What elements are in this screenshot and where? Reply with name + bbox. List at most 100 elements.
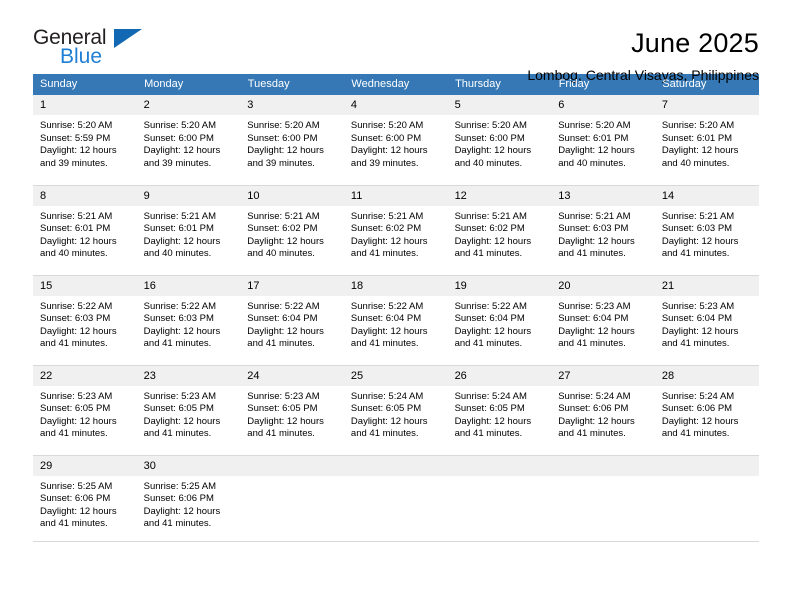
day-cell[interactable]: 10 Sunrise: 5:21 AM Sunset: 6:02 PM Dayligh… [240, 185, 344, 276]
day-cell[interactable]: 28 Sunrise: 5:24 AM Sunset: 6:06 PM Dayligh… [654, 365, 759, 456]
day-number: 30 [136, 455, 241, 476]
daylight-text-line2: and 41 minutes. [40, 428, 108, 440]
day-number: 8 [33, 185, 137, 206]
day-details: Sunrise: 5:21 AM Sunset: 6:02 PM Daylight:… [344, 206, 448, 270]
day-cell[interactable]: 27 Sunrise: 5:24 AM Sunset: 6:06 PM Dayligh… [551, 365, 655, 456]
sunrise-text: Sunrise: 5:22 AM [247, 300, 320, 312]
day-cell[interactable]: 23 Sunrise: 5:23 AM Sunset: 6:05 PM Dayligh… [136, 365, 241, 456]
daylight-text-line2: and 39 minutes. [143, 157, 212, 169]
day-number: 24 [240, 365, 344, 386]
day-cell-empty [654, 455, 759, 542]
day-cell[interactable]: 20 Sunrise: 5:23 AM Sunset: 6:04 PM Dayligh… [551, 275, 655, 366]
day-cell[interactable]: 2 Sunrise: 5:20 AM Sunset: 6:00 PM Daylight… [136, 95, 241, 186]
day-details: Sunrise: 5:22 AM Sunset: 6:04 PM Daylight:… [240, 296, 344, 360]
daylight-text-line1: Daylight: 12 hours [143, 325, 221, 337]
page-title: June 2025 [631, 28, 759, 58]
day-details: Sunrise: 5:21 AM Sunset: 6:02 PM Daylight:… [448, 206, 552, 270]
daylight-text-line1: Daylight: 12 hours [247, 415, 324, 427]
day-cell[interactable]: 24 Sunrise: 5:23 AM Sunset: 6:05 PM Dayligh… [240, 365, 344, 456]
sunset-text: Sunset: 6:02 PM [350, 223, 422, 235]
day-cell[interactable]: 26 Sunrise: 5:24 AM Sunset: 6:05 PM Dayligh… [447, 365, 552, 456]
day-details: Sunrise: 5:20 AM Sunset: 6:00 PM Daylight:… [344, 115, 448, 179]
calendar-week-row: 22 Sunrise: 5:23 AM Sunset: 6:05 PM Dayligh… [33, 365, 759, 456]
day-details [551, 476, 655, 490]
sunrise-text: Sunrise: 5:21 AM [661, 210, 735, 222]
day-cell[interactable]: 18 Sunrise: 5:22 AM Sunset: 6:04 PM Dayligh… [343, 275, 448, 366]
day-details: Sunrise: 5:21 AM Sunset: 6:01 PM Daylight:… [33, 206, 137, 270]
sunset-text: Sunset: 6:05 PM [247, 403, 318, 415]
day-details: Sunrise: 5:21 AM Sunset: 6:03 PM Daylight:… [655, 206, 759, 270]
day-details: Sunrise: 5:23 AM Sunset: 6:04 PM Daylight:… [551, 296, 655, 360]
sunrise-text: Sunrise: 5:24 AM [350, 390, 424, 402]
day-cell[interactable]: 16 Sunrise: 5:22 AM Sunset: 6:03 PM Dayligh… [136, 275, 241, 366]
day-cell[interactable]: 1 Sunrise: 5:20 AM Sunset: 5:59 PM Daylight… [33, 95, 137, 186]
day-cell[interactable]: 29 Sunrise: 5:25 AM Sunset: 6:06 PM Dayligh… [33, 455, 137, 542]
sunrise-text: Sunrise: 5:21 AM [40, 210, 113, 222]
daylight-text-line2: and 40 minutes. [558, 157, 626, 169]
day-cell[interactable]: 3 Sunrise: 5:20 AM Sunset: 6:00 PM Daylight… [240, 95, 344, 186]
day-cell[interactable]: 17 Sunrise: 5:22 AM Sunset: 6:04 PM Dayligh… [240, 275, 344, 366]
title-block: June 2025 Lombog, Central Visayas, Phili… [527, 26, 759, 83]
sunset-text: Sunset: 6:05 PM [143, 403, 214, 415]
daylight-text-line1: Daylight: 12 hours [350, 325, 428, 337]
day-cell[interactable]: 22 Sunrise: 5:23 AM Sunset: 6:05 PM Dayligh… [33, 365, 137, 456]
day-cell[interactable]: 15 Sunrise: 5:22 AM Sunset: 6:03 PM Dayligh… [33, 275, 137, 366]
daylight-text-line2: and 41 minutes. [558, 338, 626, 350]
day-number: 16 [136, 275, 241, 296]
day-cell[interactable]: 6 Sunrise: 5:20 AM Sunset: 6:01 PM Daylight… [551, 95, 655, 186]
weekday-header-tuesday: Tuesday [240, 74, 345, 95]
day-cell[interactable]: 21 Sunrise: 5:23 AM Sunset: 6:04 PM Dayligh… [654, 275, 759, 366]
day-number: 5 [447, 95, 552, 115]
daylight-text-line1: Daylight: 12 hours [143, 505, 221, 517]
day-number: 21 [654, 275, 759, 296]
daylight-text-line1: Daylight: 12 hours [143, 145, 221, 157]
day-number: 26 [447, 365, 552, 386]
daylight-text-line2: and 41 minutes. [247, 428, 315, 440]
sunrise-text: Sunrise: 5:23 AM [40, 390, 113, 402]
sunset-text: Sunset: 6:00 PM [143, 132, 214, 144]
daylight-text-line2: and 41 minutes. [40, 338, 108, 350]
daylight-text-line2: and 41 minutes. [143, 338, 212, 350]
day-cell[interactable]: 25 Sunrise: 5:24 AM Sunset: 6:05 PM Dayligh… [343, 365, 448, 456]
day-details: Sunrise: 5:24 AM Sunset: 6:06 PM Daylight:… [551, 386, 655, 450]
day-number: 28 [654, 365, 759, 386]
daylight-text-line1: Daylight: 12 hours [40, 505, 117, 517]
sunrise-text: Sunrise: 5:21 AM [454, 210, 527, 222]
day-cell[interactable]: 30 Sunrise: 5:25 AM Sunset: 6:06 PM Dayligh… [136, 455, 241, 542]
sunrise-text: Sunrise: 5:21 AM [143, 210, 216, 222]
day-cell[interactable]: 11 Sunrise: 5:21 AM Sunset: 6:02 PM Dayligh… [343, 185, 448, 276]
daylight-text-line2: and 41 minutes. [350, 338, 419, 350]
day-cell[interactable]: 14 Sunrise: 5:21 AM Sunset: 6:03 PM Dayligh… [654, 185, 759, 276]
day-cell[interactable]: 12 Sunrise: 5:21 AM Sunset: 6:02 PM Dayligh… [447, 185, 552, 276]
daylight-text-line2: and 41 minutes. [247, 338, 315, 350]
day-number [240, 455, 344, 476]
calendar-table: Sunday Monday Tuesday Wednesday Thursday… [33, 74, 759, 542]
sunset-text: Sunset: 6:03 PM [558, 223, 629, 235]
sunset-text: Sunset: 6:05 PM [350, 403, 422, 415]
day-details: Sunrise: 5:20 AM Sunset: 6:00 PM Daylight:… [137, 115, 241, 179]
day-cell[interactable]: 7 Sunrise: 5:20 AM Sunset: 6:01 PM Daylight… [654, 95, 759, 186]
day-cell[interactable]: 4 Sunrise: 5:20 AM Sunset: 6:00 PM Daylight… [343, 95, 448, 186]
day-cell[interactable]: 19 Sunrise: 5:22 AM Sunset: 6:04 PM Dayligh… [447, 275, 552, 366]
daylight-text-line2: and 40 minutes. [454, 157, 523, 169]
day-number: 17 [240, 275, 344, 296]
day-details: Sunrise: 5:24 AM Sunset: 6:06 PM Daylight:… [655, 386, 759, 450]
sunrise-text: Sunrise: 5:23 AM [558, 300, 631, 312]
sunrise-text: Sunrise: 5:20 AM [350, 120, 424, 131]
daylight-text-line1: Daylight: 12 hours [558, 325, 635, 337]
sunrise-text: Sunrise: 5:24 AM [454, 390, 527, 402]
daylight-text-line1: Daylight: 12 hours [40, 325, 117, 337]
daylight-text-line1: Daylight: 12 hours [661, 145, 739, 157]
generalblue-logo[interactable]: General Blue [33, 26, 183, 67]
day-cell[interactable]: 8 Sunrise: 5:21 AM Sunset: 6:01 PM Daylight… [33, 185, 137, 276]
day-cell[interactable]: 5 Sunrise: 5:20 AM Sunset: 6:00 PM Daylight… [447, 95, 552, 186]
sunset-text: Sunset: 6:03 PM [143, 313, 214, 325]
sunset-text: Sunset: 6:04 PM [454, 313, 525, 325]
day-cell[interactable]: 13 Sunrise: 5:21 AM Sunset: 6:03 PM Dayligh… [551, 185, 655, 276]
day-details: Sunrise: 5:21 AM Sunset: 6:01 PM Daylight:… [137, 206, 241, 270]
daylight-text-line2: and 41 minutes. [454, 248, 523, 260]
day-number: 4 [343, 95, 448, 115]
day-cell[interactable]: 9 Sunrise: 5:21 AM Sunset: 6:01 PM Daylight… [136, 185, 241, 276]
day-details: Sunrise: 5:23 AM Sunset: 6:05 PM Daylight:… [240, 386, 344, 450]
day-number: 13 [551, 185, 655, 206]
